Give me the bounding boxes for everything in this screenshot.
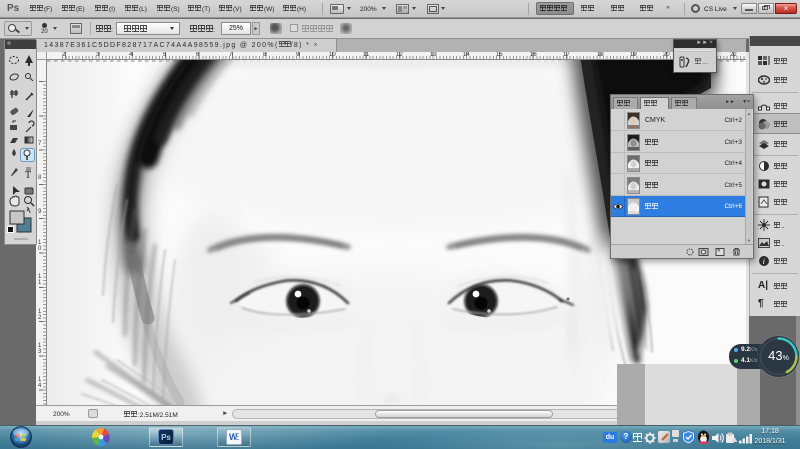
svg-text:T: T [25,170,31,181]
svg-text:i: i [763,257,765,266]
